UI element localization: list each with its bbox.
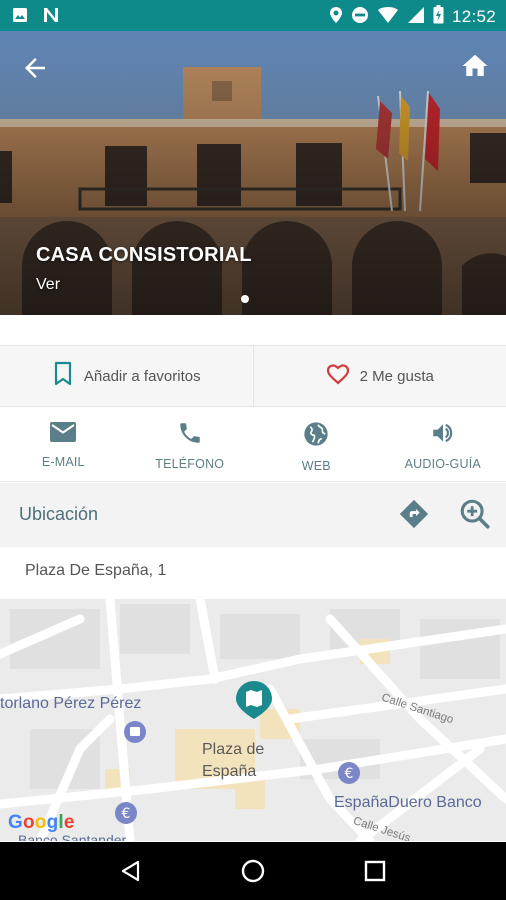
map-bank-label: EspañaDuero Banco <box>334 794 482 811</box>
battery-icon <box>433 5 444 29</box>
google-logo: Google <box>8 812 75 833</box>
globe-icon <box>302 420 330 453</box>
map-poi-label: torlano Pérez Pérez <box>0 695 142 712</box>
location-icon <box>329 6 343 29</box>
likes-label: 2 Me gusta <box>359 367 434 385</box>
signal-icon <box>407 6 425 29</box>
home-nav-icon[interactable] <box>233 851 273 891</box>
image-icon <box>12 7 28 28</box>
email-icon <box>49 420 77 449</box>
map-view[interactable]: € € torlano Pérez Pérez Plaza de España … <box>0 599 506 841</box>
carousel-indicator <box>241 295 249 303</box>
favorites-label: Añadir a favoritos <box>83 367 201 385</box>
email-label: E-MAIL <box>41 455 85 469</box>
building-photo <box>0 31 506 315</box>
wifi-icon <box>377 6 399 29</box>
actions-row: Añadir a favoritos 2 Me gusta <box>0 345 506 407</box>
hero-subtitle-link[interactable]: Ver <box>36 276 60 294</box>
svg-text:€: € <box>122 806 131 822</box>
audio-guide-label: AUDIO-GUÍA <box>404 457 481 471</box>
status-bar: 12:52 <box>0 0 506 31</box>
home-icon[interactable] <box>460 51 490 81</box>
system-nav-bar <box>0 842 506 900</box>
phone-icon <box>177 420 203 451</box>
back-nav-icon[interactable] <box>111 851 151 891</box>
audio-guide-button[interactable]: AUDIO-GUÍA <box>380 408 506 481</box>
do-not-disturb-icon <box>351 6 369 29</box>
n-app-icon <box>42 6 60 29</box>
svg-text:€: € <box>345 766 354 782</box>
email-button[interactable]: E-MAIL <box>0 408 127 481</box>
zoom-in-icon[interactable] <box>458 497 492 536</box>
status-time: 12:52 <box>451 7 496 26</box>
speaker-icon <box>429 420 457 451</box>
location-title: Ubicación <box>19 504 99 524</box>
phone-button[interactable]: TELÉFONO <box>127 408 254 481</box>
add-to-favorites-button[interactable]: Añadir a favoritos <box>0 346 254 406</box>
hero-title: CASA CONSISTORIAL <box>36 244 252 266</box>
location-header: Ubicación <box>0 483 506 547</box>
map-plaza-label: Plaza de España <box>202 741 265 780</box>
hero-image[interactable]: CASA CONSISTORIAL Ver <box>0 31 506 315</box>
like-button[interactable]: 2 Me gusta <box>254 346 506 406</box>
heart-icon <box>326 363 350 389</box>
web-label: WEB <box>301 459 331 473</box>
address-text: Plaza De España, 1 <box>25 562 167 579</box>
recents-nav-icon[interactable] <box>355 851 395 891</box>
arrow-back-icon[interactable] <box>20 53 50 83</box>
contact-row: E-MAIL TELÉFONO WEB AUDIO-GUÍA <box>0 408 506 482</box>
web-button[interactable]: WEB <box>253 408 380 481</box>
phone-label: TELÉFONO <box>155 457 225 471</box>
directions-icon[interactable] <box>397 497 431 536</box>
bookmark-icon <box>52 361 74 391</box>
